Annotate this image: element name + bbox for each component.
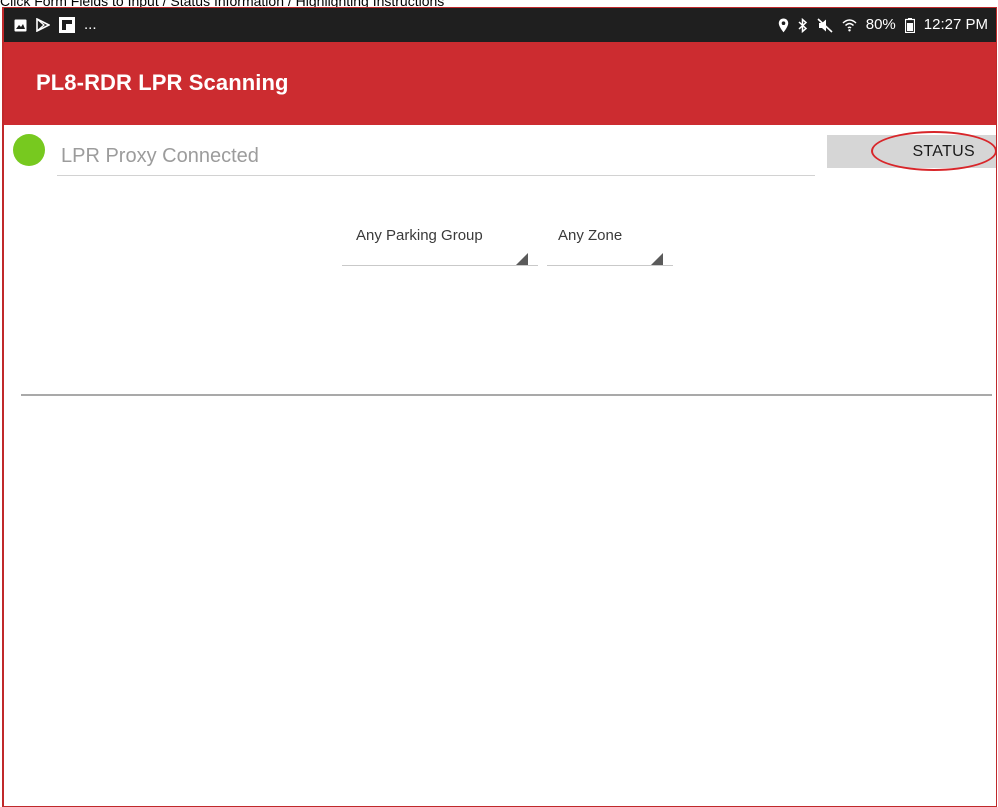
- connection-status-indicator: [13, 134, 45, 166]
- status-button-label: STATUS: [912, 143, 975, 160]
- dropdown-underline: [342, 265, 538, 266]
- app-title: PL8-RDR LPR Scanning: [36, 70, 289, 95]
- bluetooth-icon: [798, 17, 808, 33]
- status-bar-right: 80% 12:27 PM: [778, 16, 988, 34]
- connection-status-text: LPR Proxy Connected: [61, 145, 259, 167]
- app-toolbar: PL8-RDR LPR Scanning: [4, 42, 996, 125]
- dropdown-underline: [547, 265, 673, 266]
- parking-group-dropdown[interactable]: Any Parking Group: [342, 227, 538, 266]
- battery-icon: [904, 17, 915, 33]
- system-status-bar: ... 80% 12:27 PM: [4, 8, 996, 42]
- flipboard-icon: [59, 17, 75, 33]
- parking-group-selected: Any Parking Group: [356, 227, 483, 244]
- content-divider: [21, 394, 992, 396]
- status-bar-left: ...: [14, 16, 97, 34]
- connection-status-field: LPR Proxy Connected: [57, 144, 815, 176]
- image-notification-icon: [14, 19, 27, 32]
- zone-selected: Any Zone: [558, 227, 623, 244]
- location-icon: [778, 18, 789, 33]
- mute-icon: [817, 17, 833, 33]
- status-button[interactable]: STATUS: [827, 135, 996, 168]
- device-screen: ... 80% 12:27 PM PL8-RDR LPR Scanning LP…: [2, 7, 997, 807]
- dropdown-arrow-icon: [516, 250, 528, 265]
- dropdown-arrow-icon: [651, 250, 663, 265]
- zone-dropdown[interactable]: Any Zone: [547, 227, 673, 266]
- more-notifications-text: ...: [84, 16, 97, 33]
- clock-time: 12:27 PM: [923, 16, 988, 33]
- play-store-icon: [36, 18, 50, 32]
- battery-percent: 80%: [865, 16, 896, 33]
- wifi-icon: [842, 18, 857, 32]
